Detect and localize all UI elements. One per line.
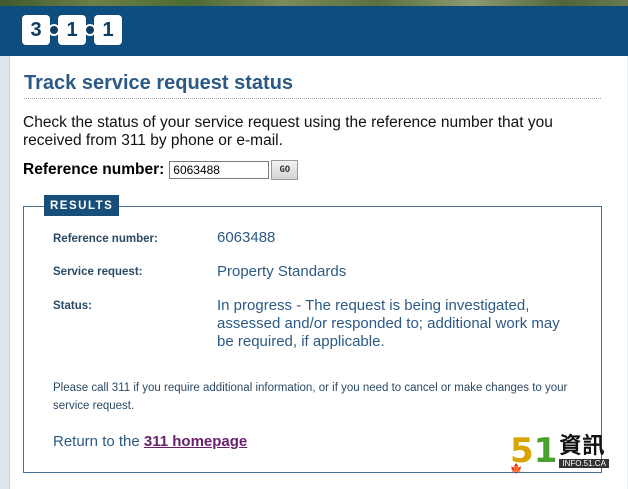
title-divider [24, 98, 601, 99]
reference-number-input[interactable] [169, 161, 270, 179]
logo-digit: 1 [94, 15, 122, 45]
maple-leaf-icon: 🍁 [510, 464, 523, 475]
main-content: Track service request status Check the s… [9, 56, 627, 489]
result-label-status: Status: [53, 300, 92, 312]
watermark-chinese: 資訊 [559, 434, 606, 459]
page-title: Track service request status [24, 72, 294, 94]
watermark-number: 51 [510, 431, 558, 471]
result-value-service: Property Standards [217, 263, 347, 280]
return-prefix: Return to the [53, 433, 140, 450]
result-label-service: Service request: [53, 266, 143, 278]
51-info-watermark: 🍁 51 資訊 INFO.51.CA [510, 431, 609, 475]
watermark-text: 資訊 INFO.51.CA [559, 435, 609, 468]
site-header: 3 1 1 [0, 6, 628, 56]
logo-digit: 3 [22, 15, 50, 45]
logo-dot [84, 24, 96, 36]
logo-digit: 1 [58, 15, 86, 45]
reference-label: Reference number: [23, 161, 165, 178]
result-value-reference: 6063488 [217, 229, 276, 246]
go-button[interactable]: GO [271, 160, 299, 180]
help-note: Please call 311 if you require additiona… [53, 382, 568, 412]
logo-dot [48, 24, 60, 36]
result-value-status: In progress - The request is being inves… [217, 297, 560, 350]
return-line: Return to the 311 homepage [53, 433, 247, 450]
watermark-url: INFO.51.CA [559, 459, 609, 468]
311-logo[interactable]: 3 1 1 [22, 14, 122, 46]
result-label-reference: Reference number: [53, 233, 158, 245]
reference-form: Reference number: GO [23, 160, 299, 180]
311-homepage-link[interactable]: 311 homepage [144, 433, 247, 450]
intro-text: Check the status of your service request… [23, 114, 553, 149]
results-heading: RESULTS [44, 195, 120, 216]
page-left-gutter [0, 56, 9, 489]
